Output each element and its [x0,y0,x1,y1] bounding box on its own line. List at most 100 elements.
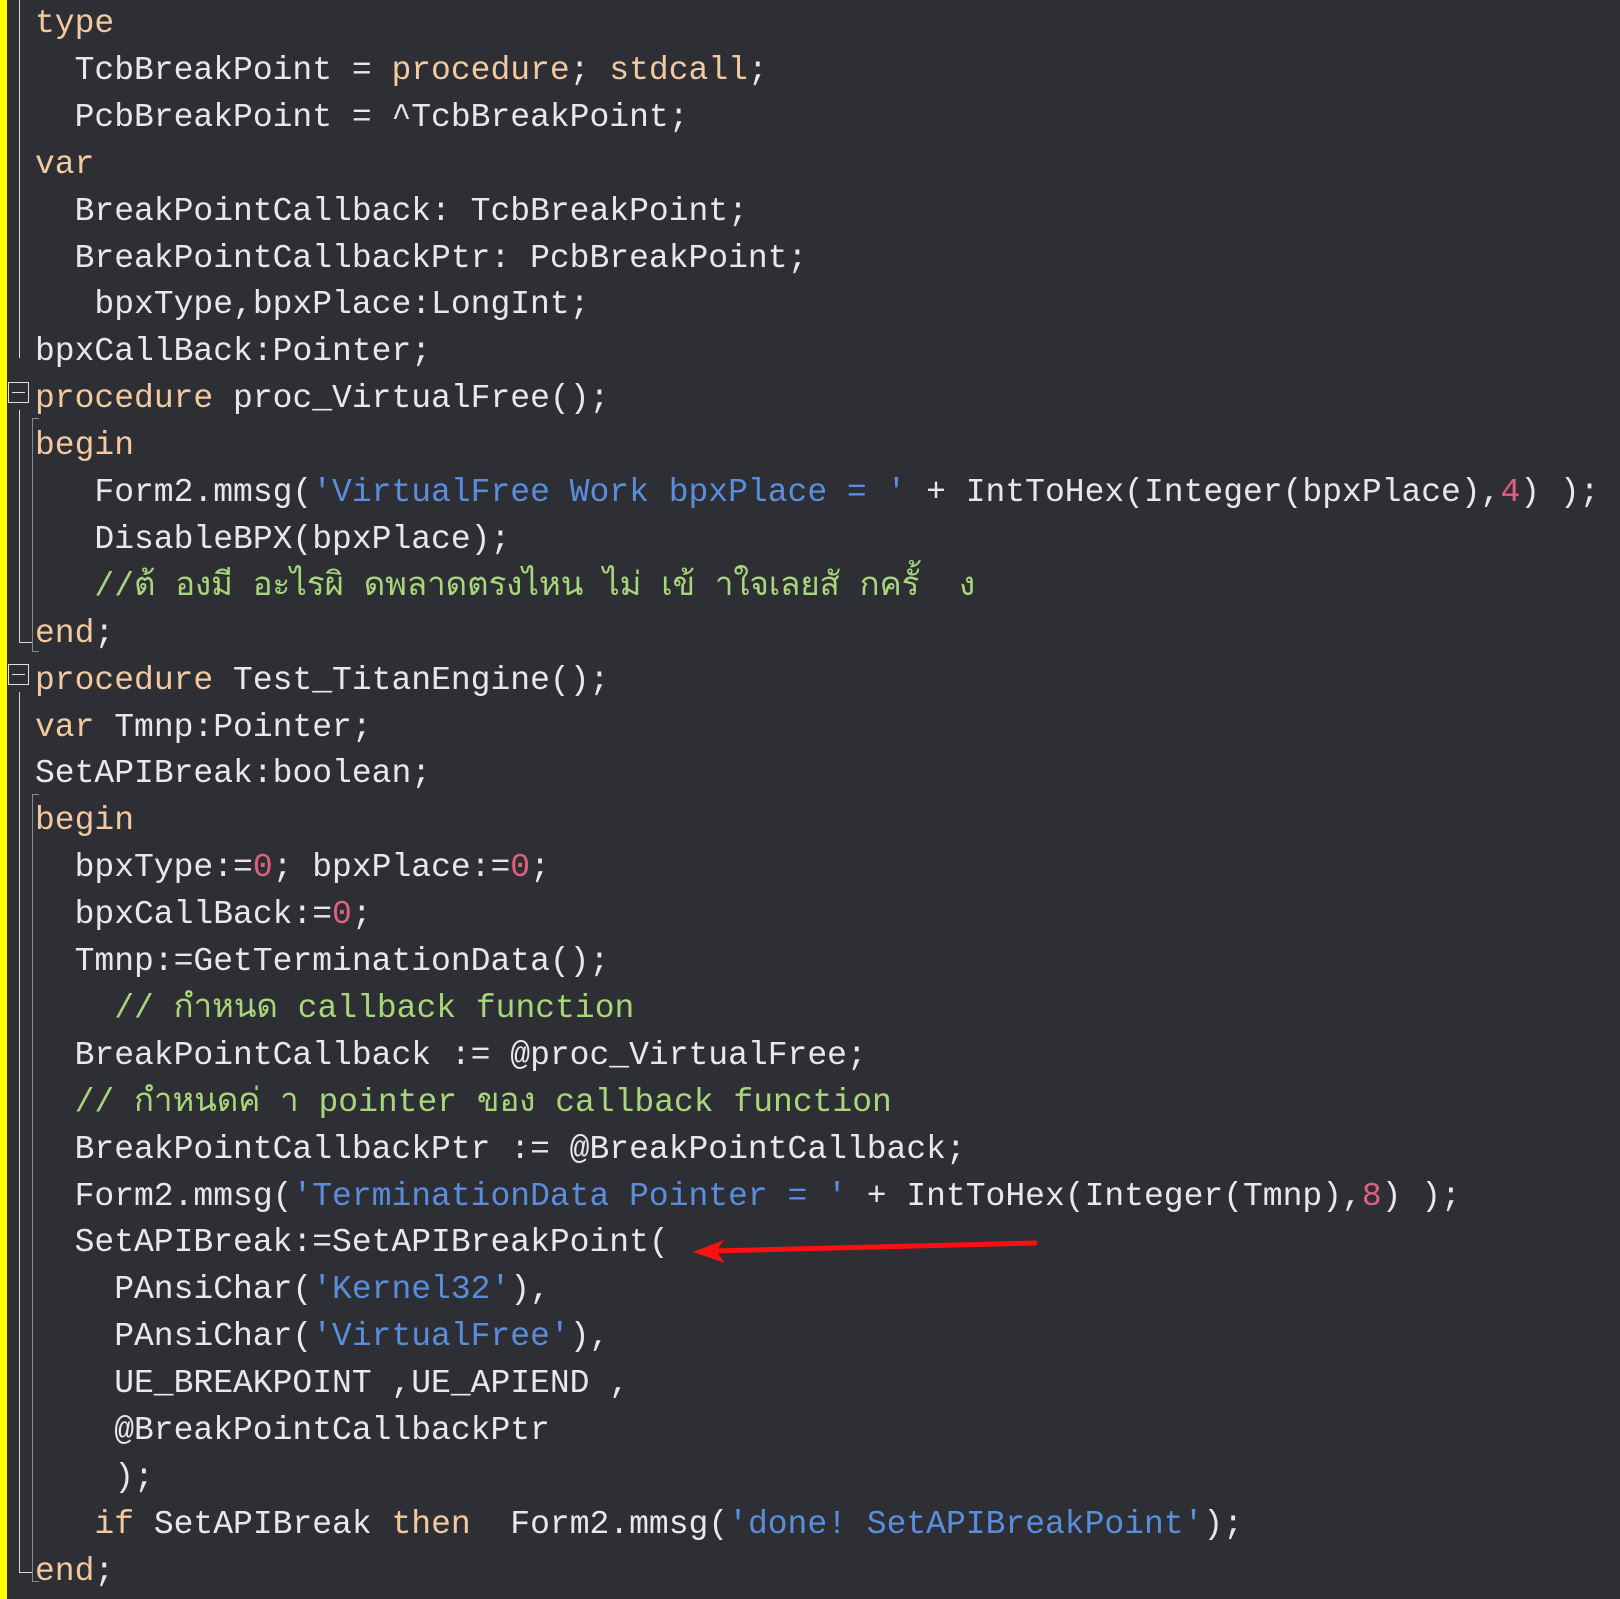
block-bracket-test-titanengine [32,794,39,1582]
keyword: begin [35,802,135,840]
code-text: PcbBreakPoint = ^TcbBreakPoint; [74,98,689,136]
code-line[interactable]: procedure Test_TitanEngine(); [35,657,609,704]
code-line[interactable]: // กำหนด callback function [114,985,634,1032]
comment: // กำหนด callback function [114,989,635,1027]
code-line[interactable]: if SetAPIBreak then Form2.mmsg('done! Se… [75,1501,1243,1548]
code-line[interactable]: bpxCallBack:=0; [75,891,372,938]
code-text: bpxCallBack:Pointer; [35,333,432,371]
code-text: bpxType,bpxPlace:LongInt; [94,286,590,324]
code-line[interactable]: bpxCallBack:Pointer; [35,328,431,375]
code-text: Tmnp:Pointer; [94,708,372,746]
code-line[interactable]: end; [35,1548,114,1595]
keyword: end [35,614,95,652]
code-text: BreakPointCallback := @proc_VirtualFree; [74,1036,867,1074]
code-text: DisableBPX(bpxPlace); [94,520,511,558]
code-text: ; bpxPlace:= [272,849,511,887]
code-line[interactable]: PcbBreakPoint = ^TcbBreakPoint; [75,94,689,141]
string-literal: 'VirtualFree Work bpxPlace = ' [312,474,907,511]
keyword: var [35,708,95,746]
code-line[interactable]: @BreakPointCallbackPtr [114,1407,550,1454]
keyword: type [35,5,115,42]
code-line[interactable]: PAnsiChar('Kernel32'), [114,1266,550,1313]
code-text: ); [114,1458,154,1496]
code-line[interactable]: SetAPIBreak:boolean; [35,750,431,797]
code-line[interactable]: var [35,141,94,188]
code-text: Form2.mmsg( [74,1177,293,1215]
code-line[interactable]: end; [35,610,114,657]
fold-toggle-test-titanengine[interactable] [8,664,29,685]
code-line[interactable]: Form2.mmsg('VirtualFree Work bpxPlace = … [94,469,1599,516]
code-line[interactable]: DisableBPX(bpxPlace); [94,516,510,563]
code-line[interactable]: procedure proc_VirtualFree(); [35,375,609,422]
string-literal: 'TerminationData Pointer = ' [292,1177,847,1215]
code-line[interactable]: BreakPointCallbackPtr := @BreakPointCall… [75,1126,966,1173]
code-line[interactable]: bpxType,bpxPlace:LongInt; [94,281,589,328]
fold-guide-type-section [19,0,20,358]
code-line[interactable]: TcbBreakPoint = procedure; stdcall; [75,47,768,94]
code-line[interactable]: // กำหนดค่ า pointer ของ callback functi… [75,1079,892,1126]
code-line[interactable]: BreakPointCallbackPtr: PcbBreakPoint; [75,235,808,282]
code-line[interactable]: BreakPointCallback: TcbBreakPoint; [75,188,748,235]
string-literal: 'VirtualFree' [312,1318,570,1356]
code-line[interactable]: UE_BREAKPOINT ,UE_APIEND , [114,1360,629,1407]
string-literal: 'Kernel32' [312,1271,511,1309]
code-text: ; [530,849,550,887]
code-text: ; [569,51,610,89]
number-literal: 0 [252,849,273,887]
comment: //ต้ องมี อะไรผิ ดพลาดตรงไหน ไม่ เข้ าใจ… [94,567,976,605]
keyword: then [391,1505,471,1543]
code-line[interactable]: type [35,0,114,47]
code-text: ), [569,1318,610,1356]
code-line[interactable]: Form2.mmsg('TerminationData Pointer = ' … [75,1173,1461,1220]
fold-end-test-titanengine [19,1572,32,1573]
code-text: ), [510,1271,550,1309]
arrow-head [693,1240,725,1263]
keyword: procedure [35,661,214,699]
code-text: BreakPointCallbackPtr: PcbBreakPoint; [74,239,808,277]
code-text: ; [351,896,372,934]
code-text: Tmnp:=GetTerminationData(); [74,943,610,980]
keyword: end [35,1552,95,1590]
fold-guide-test-titanengine [19,692,20,1572]
code-line[interactable]: BreakPointCallback := @proc_VirtualFree; [75,1032,867,1079]
code-line[interactable]: begin [35,797,134,844]
code-line[interactable]: begin [35,422,134,469]
code-line[interactable]: bpxType:=0; bpxPlace:=0; [75,844,550,891]
keyword: if [94,1505,135,1543]
code-line[interactable]: SetAPIBreak:=SetAPIBreakPoint( [75,1219,669,1266]
code-text: BreakPointCallbackPtr := @BreakPointCall… [74,1130,966,1168]
code-text: SetAPIBreak:=SetAPIBreakPoint( [74,1224,669,1262]
code-text: PAnsiChar( [114,1318,313,1356]
code-text: bpxType:= [74,849,253,887]
code-text: ) ); [1520,474,1600,511]
modified-lines-marker [0,0,7,1599]
code-line[interactable]: //ต้ องมี อะไรผิ ดพลาดตรงไหน ไม่ เข้ าใจ… [94,563,975,610]
code-text: + IntToHex(Integer(Tmnp), [846,1177,1362,1215]
code-text: proc_VirtualFree(); [213,380,610,418]
code-text: @BreakPointCallbackPtr [114,1412,550,1449]
code-line[interactable]: Tmnp:=GetTerminationData(); [75,938,610,985]
number-literal: 4 [1500,474,1521,511]
code-text: ; [747,51,768,89]
arrow-shaft [709,1240,1038,1254]
number-literal: 0 [332,896,352,934]
code-text: SetAPIBreak:boolean; [35,755,432,793]
comment: // กำหนดค่ า pointer ของ callback functi… [74,1083,892,1121]
keyword: procedure [35,380,214,418]
code-line[interactable]: var Tmnp:Pointer; [35,704,372,751]
code-text: TcbBreakPoint = [74,51,392,89]
fold-toggle-proc-virtualfree[interactable] [8,382,29,403]
keyword: stdcall [609,51,748,89]
code-text: ) ); [1381,1177,1461,1215]
code-line[interactable]: ); [114,1454,154,1501]
code-text: SetAPIBreak [134,1505,392,1543]
code-text: Form2.mmsg( [470,1505,729,1543]
code-text: bpxCallBack:= [74,896,333,934]
number-literal: 0 [510,849,531,887]
string-literal: 'done! SetAPIBreakPoint' [728,1505,1204,1543]
fold-end-proc-virtualfree [19,642,32,643]
code-text: ); [1203,1505,1244,1543]
keyword: var [35,145,95,183]
code-line[interactable]: PAnsiChar('VirtualFree'), [114,1313,609,1360]
